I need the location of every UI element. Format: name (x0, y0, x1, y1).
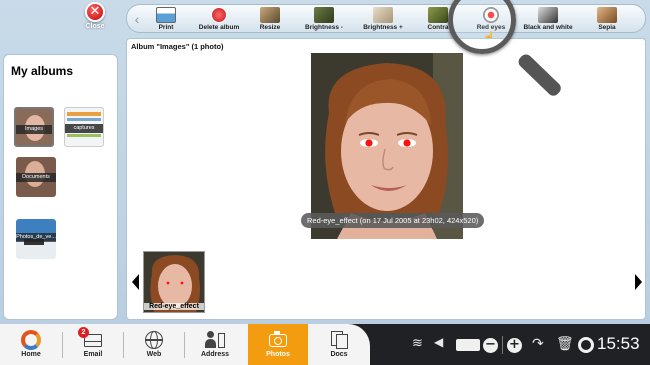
contrast-icon (428, 7, 448, 23)
delete-album-button[interactable]: Delete album (193, 5, 245, 32)
rotate-icon[interactable]: ↷ (532, 335, 544, 352)
photo-viewer: Album "Images" (1 photo) Red-eye_effect … (126, 38, 646, 320)
zoom-out-icon[interactable]: − (483, 338, 498, 353)
next-arrow-icon[interactable] (635, 274, 642, 290)
brightness-plus-button[interactable]: Brightness + (361, 5, 405, 32)
thumbnail-label: Red-eye_effect (144, 303, 204, 310)
album-title: Album "Images" (1 photo) (131, 42, 224, 51)
help-icon[interactable] (578, 337, 594, 353)
app-photos[interactable]: Photos (248, 324, 308, 365)
album-photos-de-ve[interactable]: Photos_de_ve... (16, 219, 56, 259)
sepia-icon (597, 7, 617, 23)
photo-thumbnail[interactable]: Red-eye_effect (143, 251, 205, 313)
album-captures[interactable]: captures (64, 107, 104, 147)
app-label: Home (21, 351, 41, 358)
app-web[interactable]: Web (125, 324, 183, 365)
app-label: Email (83, 351, 103, 358)
resize-icon (260, 7, 280, 23)
app-docs[interactable]: Docs (310, 324, 368, 365)
album-images[interactable]: Images (14, 107, 54, 147)
app-label: Docs (330, 351, 348, 358)
delete-icon (211, 7, 227, 23)
brightness-plus-label: Brightness + (363, 24, 403, 31)
albums-panel: My albums Images captures Documents Phot… (3, 54, 118, 320)
brightness-minus-label: Brightness - (305, 24, 343, 31)
resize-label: Resize (259, 24, 281, 31)
albums-title: My albums (11, 64, 74, 78)
sepia-label: Sepia (598, 24, 616, 31)
email-badge: 2 (78, 327, 89, 338)
print-button[interactable]: Print (151, 5, 181, 32)
app-launcher: Home Email Web Address Photos Docs (0, 324, 370, 365)
app-email[interactable]: Email (64, 324, 122, 365)
printer-icon (156, 7, 176, 23)
app-label: Web (146, 351, 162, 358)
brightness-up-icon (373, 7, 393, 23)
close-label: Close (85, 23, 105, 30)
globe-icon (143, 330, 165, 350)
app-label: Address (200, 351, 229, 358)
trash-icon[interactable]: 🗑 (556, 335, 574, 352)
black-white-icon (538, 7, 558, 23)
previous-arrow-icon[interactable] (132, 274, 139, 290)
zoom-in-icon[interactable]: + (507, 338, 522, 353)
album-label: Documents (16, 173, 56, 182)
app-label: Photos (266, 351, 290, 358)
address-book-icon (204, 330, 226, 350)
album-label: Images (16, 125, 52, 134)
brightness-minus-button[interactable]: Brightness - (302, 5, 346, 32)
album-thumb-image (67, 112, 101, 116)
toolbar: ‹ Print Delete album Resize Brightness -… (126, 4, 646, 33)
camera-icon (267, 330, 289, 350)
wifi-icon: ≋ (412, 335, 423, 350)
battery-icon (456, 339, 480, 351)
clock: 15:53 (597, 334, 640, 353)
brightness-down-icon (314, 7, 334, 23)
sepia-button[interactable]: Sepia (593, 5, 621, 32)
chevron-left-icon[interactable]: ‹ (129, 9, 145, 29)
album-documents[interactable]: Documents (16, 157, 56, 197)
app-address[interactable]: Address (186, 324, 244, 365)
app-home[interactable]: Home (2, 324, 60, 365)
black-and-white-button[interactable]: Black and white (521, 5, 575, 32)
print-label: Print (158, 24, 174, 31)
volume-icon[interactable]: ◀ (434, 335, 443, 349)
album-label: captures (65, 124, 103, 133)
close-icon: ✕ (85, 2, 105, 22)
resize-button[interactable]: Resize (255, 5, 285, 32)
portrait-image (311, 53, 463, 239)
photo-caption: Red-eye_effect (on 17 Jul 2005 at 23h02,… (301, 213, 485, 228)
close-button[interactable]: ✕ Close (78, 2, 112, 32)
album-label: Photos_de_ve... (16, 233, 56, 242)
home-icon (20, 330, 42, 350)
delete-album-label: Delete album (198, 24, 240, 31)
black-and-white-label: Black and white (523, 24, 573, 31)
docs-icon (328, 330, 350, 350)
main-photo[interactable] (311, 53, 463, 239)
